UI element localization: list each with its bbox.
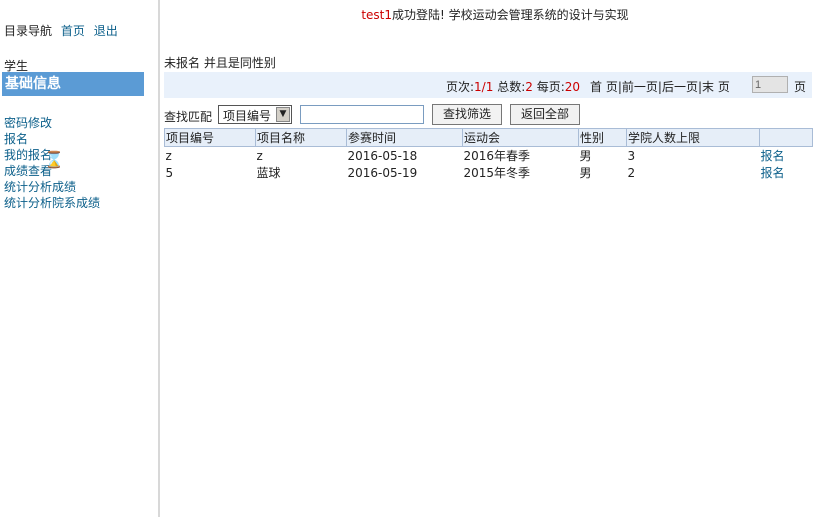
cell-department-limit: 2	[627, 165, 636, 180]
sidebar-item-department-statistics[interactable]: 统计分析院系成绩	[4, 196, 100, 210]
filter-button[interactable]: 查找筛选	[432, 104, 502, 125]
cell-sports-meet: 2015年冬季	[463, 166, 531, 180]
column-header: 运动会	[462, 128, 579, 147]
cell-gender: 男	[579, 149, 592, 163]
search-label: 查找匹配	[164, 110, 213, 124]
per-page-label: 每页:	[536, 80, 565, 94]
sidebar-item-register[interactable]: 报名	[4, 132, 28, 146]
dropdown-arrow-icon[interactable]: ▼	[276, 107, 290, 122]
total-value: 2	[525, 80, 533, 94]
page-value: 1/1	[474, 80, 494, 94]
cell-event-id: z	[165, 148, 172, 163]
main-content-frame: test1成功登陆! 学校运动会管理系统的设计与实现 未报名 并且是同性别 页次…	[162, 0, 828, 517]
search-field-selected: 项目编号	[223, 109, 272, 123]
cell-sports-meet: 2016年春季	[463, 149, 531, 163]
next-page-link[interactable]: 后一页	[662, 80, 698, 94]
page-number-input[interactable]	[752, 76, 788, 93]
cell-event-name: 蓝球	[256, 166, 281, 180]
column-header: 性别	[578, 128, 627, 147]
home-link[interactable]: 首页	[61, 24, 85, 38]
first-page-link[interactable]: 首 页	[590, 80, 618, 94]
sidebar-item-score-statistics[interactable]: 统计分析成绩	[4, 180, 76, 194]
column-header: 参赛时间	[346, 128, 463, 147]
show-all-button[interactable]: 返回全部	[510, 104, 580, 125]
cell-event-date: 2016-05-19	[347, 165, 418, 180]
section-header-basic-info[interactable]: 基础信息	[2, 72, 144, 96]
table-row: 5 蓝球 2016-05-19 2015年冬季 男 2 报名	[165, 164, 813, 181]
cell-department-limit: 3	[627, 148, 636, 163]
nav-label: 目录导航	[4, 24, 53, 38]
column-header: 项目名称	[255, 128, 347, 147]
search-input[interactable]	[300, 105, 424, 124]
cell-event-name: z	[256, 148, 263, 163]
pagination-info: 页次:1/1 总数:2 每页:20	[446, 78, 580, 95]
register-link[interactable]: 报名	[761, 166, 785, 180]
current-user: test1	[361, 8, 393, 22]
events-table: 项目编号 项目名称 参赛时间 运动会 性别 学院人数上限 z z 2016-05…	[164, 128, 813, 181]
welcome-text: 成功登陆! 学校运动会管理系统的设计与实现	[392, 8, 629, 22]
per-page-value: 20	[564, 80, 581, 94]
table-header-row: 项目编号 项目名称 参赛时间 运动会 性别 学院人数上限	[164, 128, 813, 147]
page-suffix: 页	[794, 80, 807, 94]
column-header: 项目编号	[164, 128, 256, 147]
logout-link[interactable]: 退出	[94, 24, 118, 38]
hourglass-icon: ⌛	[44, 150, 64, 169]
page-label: 页次:	[446, 80, 475, 94]
welcome-message: test1成功登陆! 学校运动会管理系统的设计与实现	[162, 6, 828, 23]
search-row: 查找匹配 项目编号 ▼ 查找筛选 返回全部	[164, 104, 824, 126]
left-nav-frame: 目录导航 首页 退出 学生 基础信息 密码修改 报名 我的报名 成绩查看 统计分…	[0, 0, 160, 517]
top-nav-bar: 目录导航 首页 退出	[4, 22, 123, 39]
cell-event-date: 2016-05-18	[347, 148, 418, 163]
last-page-link[interactable]: 末 页	[702, 80, 730, 94]
pagination-bar: 页次:1/1 总数:2 每页:20 首 页|前一页|后一页|末 页 页	[164, 72, 812, 98]
pagination-links: 首 页|前一页|后一页|末 页	[590, 78, 730, 95]
register-link[interactable]: 报名	[761, 149, 785, 163]
column-header: 学院人数上限	[626, 128, 760, 147]
table-row: z z 2016-05-18 2016年春季 男 3 报名	[165, 147, 813, 165]
page-subtitle: 未报名 并且是同性别	[164, 56, 276, 70]
column-header	[759, 128, 813, 147]
search-field-select[interactable]: 项目编号 ▼	[218, 105, 292, 124]
prev-page-link[interactable]: 前一页	[622, 80, 658, 94]
total-label: 总数:	[497, 80, 526, 94]
cell-event-id: 5	[165, 165, 174, 180]
cell-gender: 男	[579, 166, 592, 180]
sidebar-item-password-change[interactable]: 密码修改	[4, 116, 52, 130]
